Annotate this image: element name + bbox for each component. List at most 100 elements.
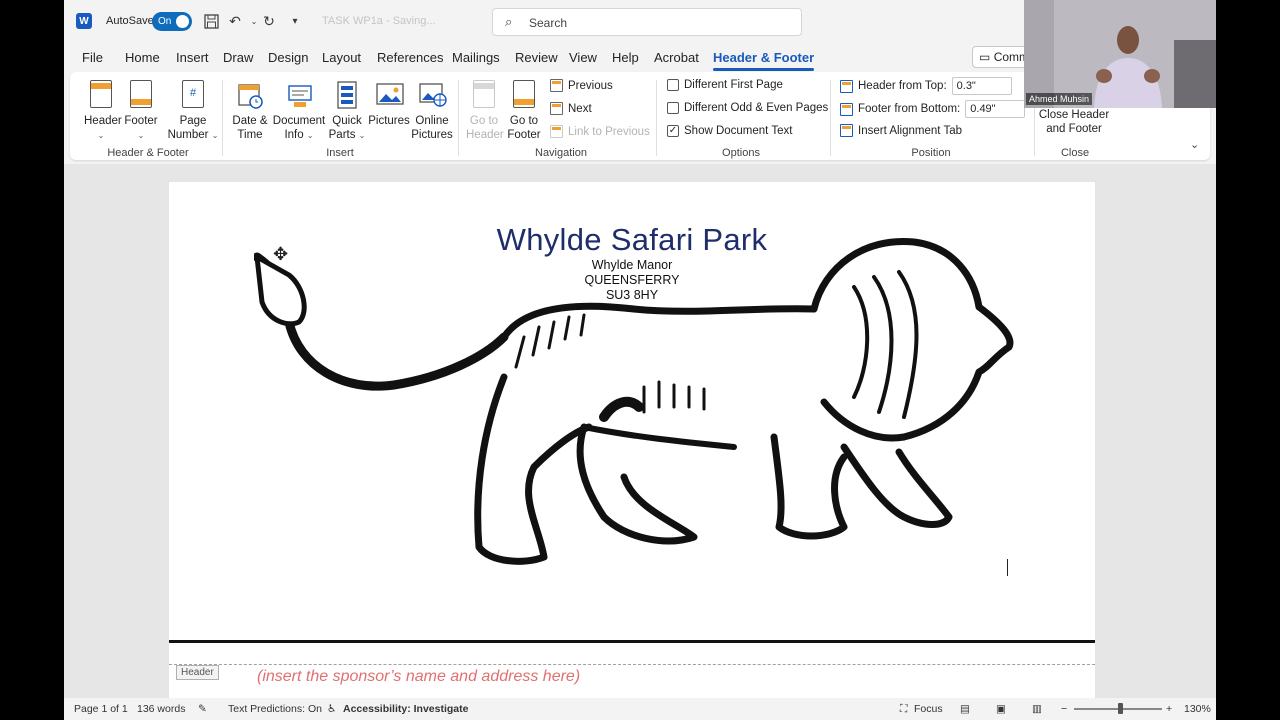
undo-icon[interactable]: ↶ bbox=[226, 12, 244, 30]
header-icon bbox=[90, 80, 112, 108]
tab-layout[interactable]: Layout bbox=[322, 50, 361, 65]
presenter-name: Ahmed Muhsin bbox=[1026, 93, 1093, 105]
park-title[interactable]: Whylde Safari Park bbox=[169, 222, 1095, 258]
tab-file[interactable]: File bbox=[82, 50, 103, 65]
address-line-3[interactable]: SU3 8HY bbox=[169, 288, 1095, 302]
tab-home[interactable]: Home bbox=[125, 50, 160, 65]
pictures-icon bbox=[376, 80, 404, 110]
tab-mailings[interactable]: Mailings bbox=[452, 50, 500, 65]
zoom-slider-thumb[interactable] bbox=[1118, 703, 1123, 714]
link-to-previous-button[interactable]: Link to Previous bbox=[550, 125, 650, 138]
redo-icon[interactable]: ↻ bbox=[260, 12, 278, 30]
document-info-button[interactable]: Document Info ⌄ bbox=[272, 80, 326, 143]
zoom-level[interactable]: 130% bbox=[1184, 703, 1211, 715]
alignment-tab-icon bbox=[840, 124, 853, 137]
different-odd-even-checkbox[interactable]: Different Odd & Even Pages bbox=[667, 102, 828, 114]
header-boundary bbox=[169, 664, 1095, 665]
tab-help[interactable]: Help bbox=[612, 50, 639, 65]
close-header-footer-button[interactable]: Close Header and Footer bbox=[1038, 108, 1110, 136]
proofing-icon[interactable]: ✎ bbox=[198, 703, 207, 715]
footer-icon bbox=[130, 80, 152, 108]
footer-button[interactable]: Footer ⌄ bbox=[124, 80, 158, 143]
search-icon: ⌕ bbox=[505, 14, 513, 29]
tab-acrobat[interactable]: Acrobat bbox=[654, 50, 699, 65]
zoom-in-icon[interactable]: + bbox=[1166, 703, 1172, 715]
date-time-button[interactable]: Date & Time bbox=[230, 80, 270, 142]
go-to-footer-button[interactable]: Go to Footer bbox=[506, 80, 542, 142]
next-section-icon bbox=[550, 102, 563, 115]
next-button[interactable]: Next bbox=[550, 102, 592, 115]
tab-insert[interactable]: Insert bbox=[176, 50, 209, 65]
ribbon-expand-chevron-icon[interactable]: ⌄ bbox=[1190, 138, 1199, 151]
presenter-video bbox=[1024, 0, 1216, 108]
previous-button[interactable]: Previous bbox=[550, 79, 613, 92]
header-from-top-input[interactable]: 0.3" bbox=[951, 77, 1012, 95]
group-label-header-footer: Header & Footer bbox=[107, 147, 189, 159]
footer-from-bottom-input[interactable]: 0.49" bbox=[965, 100, 1026, 118]
document-info-icon bbox=[286, 80, 312, 110]
text-caret bbox=[1007, 559, 1008, 576]
pictures-button[interactable]: Pictures bbox=[368, 80, 410, 128]
tab-references[interactable]: References bbox=[377, 50, 443, 65]
header-from-top-control: Header from Top: 0.3" bbox=[840, 77, 1012, 95]
zoom-out-icon[interactable]: − bbox=[1061, 703, 1067, 715]
word-window: W AutoSave On ↶ ⌄ ↻ ▾ TASK WP1a - Saving… bbox=[64, 0, 1216, 720]
previous-section-icon bbox=[550, 79, 563, 92]
tab-draw[interactable]: Draw bbox=[223, 50, 253, 65]
header-button[interactable]: Header ⌄ bbox=[84, 80, 122, 143]
online-pictures-button[interactable]: Online Pictures bbox=[410, 80, 454, 142]
word-logo-icon: W bbox=[76, 13, 92, 29]
go-to-footer-icon bbox=[513, 80, 535, 108]
address-line-2[interactable]: QUEENSFERRY bbox=[169, 273, 1095, 287]
header-region-tag: Header bbox=[176, 665, 219, 680]
footer-position-icon bbox=[840, 102, 853, 116]
comments-button[interactable]: ▭ Comm bbox=[972, 46, 1032, 68]
group-separator bbox=[656, 80, 657, 156]
accessibility-icon: ♿ bbox=[327, 703, 337, 715]
insert-alignment-tab-button[interactable]: Insert Alignment Tab bbox=[840, 124, 962, 137]
different-first-page-checkbox[interactable]: Different First Page bbox=[667, 79, 783, 91]
focus-button[interactable]: Focus bbox=[914, 703, 943, 715]
autosave-state: On bbox=[158, 16, 172, 27]
online-pictures-icon bbox=[419, 80, 447, 110]
tab-review[interactable]: Review bbox=[515, 50, 558, 65]
show-document-text-checkbox[interactable]: ✓ Show Document Text bbox=[667, 125, 792, 137]
page-number-button[interactable]: # Page Number ⌄ bbox=[166, 80, 220, 143]
word-count[interactable]: 136 words bbox=[137, 703, 185, 715]
webcam-overlay: Ahmed Muhsin bbox=[1024, 0, 1216, 108]
document-title[interactable]: TASK WP1a - Saving... bbox=[322, 15, 436, 27]
group-label-options: Options bbox=[722, 147, 760, 159]
save-icon[interactable] bbox=[202, 12, 220, 30]
move-cursor-icon: ✥ bbox=[273, 244, 289, 264]
text-predictions-status[interactable]: Text Predictions: On bbox=[228, 703, 322, 715]
group-label-position: Position bbox=[911, 147, 951, 159]
group-separator bbox=[458, 80, 459, 156]
tab-view[interactable]: View bbox=[569, 50, 597, 65]
print-layout-icon[interactable]: ▣ bbox=[996, 703, 1006, 715]
comment-icon: ▭ bbox=[979, 50, 991, 64]
page-count[interactable]: Page 1 of 1 bbox=[74, 703, 128, 715]
group-separator bbox=[830, 80, 831, 156]
sponsor-placeholder[interactable]: (insert the sponsor’s name and address h… bbox=[257, 668, 580, 686]
header-rule bbox=[169, 640, 1095, 643]
address-line-1[interactable]: Whylde Manor bbox=[169, 258, 1095, 272]
web-layout-icon[interactable]: ▥ bbox=[1032, 703, 1042, 715]
calendar-icon bbox=[237, 80, 263, 110]
group-label-navigation: Navigation bbox=[535, 147, 587, 159]
tab-header-footer[interactable]: Header & Footer bbox=[713, 50, 815, 71]
go-to-header-icon bbox=[473, 80, 495, 108]
go-to-header-button[interactable]: Go to Header bbox=[466, 80, 504, 142]
quick-parts-button[interactable]: Quick Parts ⌄ bbox=[328, 80, 366, 143]
accessibility-status[interactable]: Accessibility: Investigate bbox=[343, 703, 468, 715]
autosave-toggle[interactable]: On bbox=[152, 12, 192, 31]
read-mode-icon[interactable]: ▤ bbox=[960, 703, 970, 715]
footer-from-bottom-control: Footer from Bottom: 0.49" bbox=[840, 100, 1026, 118]
search-placeholder: Search bbox=[529, 16, 568, 30]
search-input[interactable]: ⌕ Search bbox=[492, 8, 802, 36]
document-page[interactable]: Whylde Safari Park Whylde Manor QUEENSFE… bbox=[169, 182, 1095, 702]
tab-design[interactable]: Design bbox=[268, 50, 308, 65]
quick-parts-icon bbox=[334, 80, 360, 110]
customize-toolbar-icon[interactable]: ▾ bbox=[286, 12, 304, 30]
checkbox-checked-icon: ✓ bbox=[667, 125, 679, 137]
focus-icon: ⛶ bbox=[900, 703, 908, 715]
